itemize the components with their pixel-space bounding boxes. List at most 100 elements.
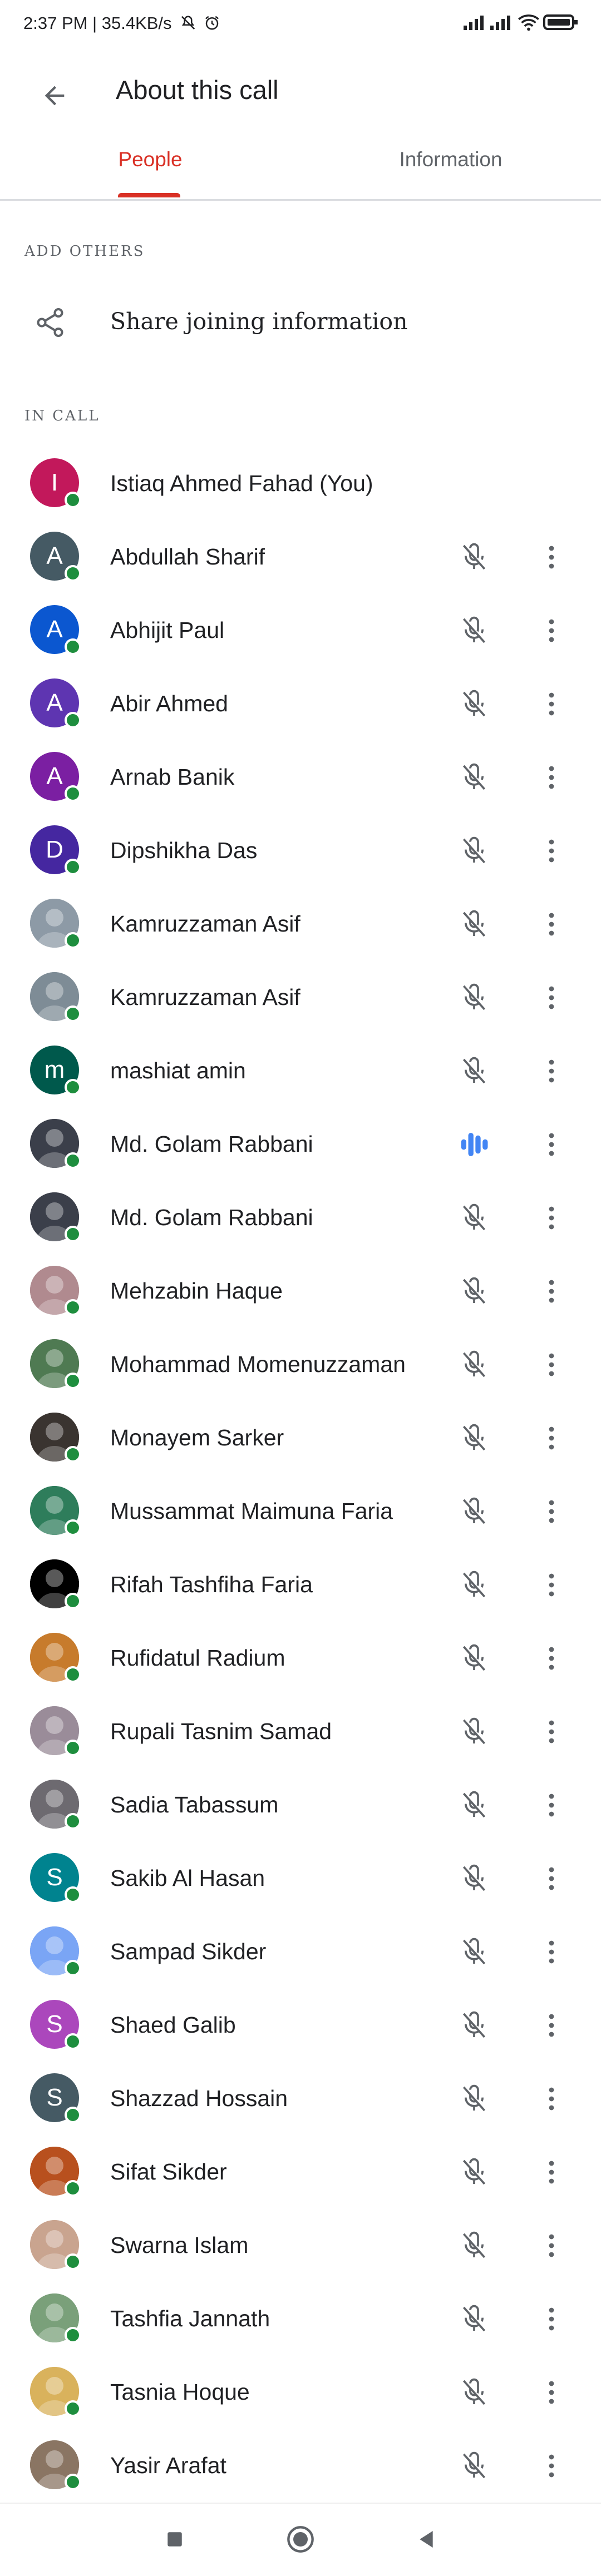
more-vert-icon [549,2454,554,2478]
more-vert-icon [549,2234,554,2257]
more-options-button[interactable] [538,2009,565,2042]
participant-name: Md. Golam Rabbani [110,1205,313,1230]
more-options-button[interactable] [538,2082,565,2116]
online-status-dot [65,2474,81,2490]
online-status-dot [65,2253,81,2270]
participant-name: Sampad Sikder [110,1939,267,1964]
back-button[interactable] [28,69,81,122]
participant-name: Dipshikha Das [110,838,258,863]
participant-row[interactable]: Tashfia Jannath [0,2281,601,2355]
mic-off-icon [462,1497,486,1524]
more-vert-icon [549,1059,554,1083]
online-status-dot [65,492,81,508]
participant-row[interactable]: Sampad Sikder [0,1914,601,1988]
share-joining-info-row[interactable]: Share joining information [0,287,601,358]
more-options-button[interactable] [538,908,565,941]
online-status-dot [65,2180,81,2197]
more-options-button[interactable] [538,614,565,647]
mute-icon [181,16,195,30]
online-status-dot [65,1005,81,1022]
participant-name: Mehzabin Haque [110,1278,283,1304]
mic-off-icon [462,2378,486,2405]
more-options-button[interactable] [538,687,565,721]
more-options-button[interactable] [538,761,565,794]
more-options-button[interactable] [538,1789,565,1822]
battery-icon [543,14,578,30]
online-status-dot [65,712,81,729]
more-options-button[interactable] [538,541,565,574]
page-title: About this call [116,75,279,105]
participant-row[interactable]: S Sakib Al Hasan [0,1841,601,1914]
participant-row[interactable]: Kamruzzaman Asif [0,960,601,1033]
more-options-button[interactable] [538,1201,565,1235]
participant-row[interactable]: Mohammad Momenuzzaman [0,1327,601,1400]
participant-row[interactable]: Md. Golam Rabbani [0,1180,601,1254]
participant-row[interactable]: A Abhijit Paul [0,593,601,666]
more-options-button[interactable] [538,2449,565,2483]
more-vert-icon [549,546,554,569]
participant-row[interactable]: Sifat Sikder [0,2134,601,2208]
tab-people[interactable]: People [0,128,300,199]
signal-icon [463,16,484,30]
in-call-heading: IN CALL [24,408,100,424]
participant-row[interactable]: D Dipshikha Das [0,813,601,886]
participant-row[interactable]: S Shazzad Hossain [0,2061,601,2134]
online-status-dot [65,1593,81,1609]
participant-row[interactable]: Monayem Sarker [0,1400,601,1474]
more-options-button[interactable] [538,1348,565,1381]
more-options-button[interactable] [538,1568,565,1602]
avatar-initial: S [46,1864,63,1891]
participant-name: Swarna Islam [110,2232,249,2258]
participant-row[interactable]: Mehzabin Haque [0,1254,601,1327]
participant-name: Kamruzzaman Asif [110,984,300,1010]
more-options-button[interactable] [538,2229,565,2262]
more-options-button[interactable] [538,1862,565,1895]
participant-name: Rupali Tasnim Samad [110,1718,332,1744]
more-options-button[interactable] [538,1935,565,1969]
status-text: 2:37 PM | 35.4KB/s [23,13,172,33]
participant-name: mashiat amin [110,1058,246,1083]
more-options-button[interactable] [538,1275,565,1308]
more-options-button[interactable] [538,1715,565,1748]
more-options-button[interactable] [538,2376,565,2409]
home-button[interactable] [283,2521,318,2557]
participant-row[interactable]: m mashiat amin [0,1033,601,1107]
participant-row[interactable]: Kamruzzaman Asif [0,886,601,960]
participant-row[interactable]: I Istiaq Ahmed Fahad (You) [0,446,601,519]
participant-name: Sifat Sikder [110,2159,227,2184]
more-vert-icon [549,619,554,642]
participant-row[interactable]: Yasir Arafat [0,2428,601,2501]
participant-row[interactable]: Tasnia Hoque [0,2355,601,2428]
more-options-button[interactable] [538,1421,565,1455]
system-nav-bar [0,2503,601,2576]
participant-row[interactable]: A Arnab Banik [0,740,601,813]
participant-row[interactable]: Mussammat Maimuna Faria [0,1474,601,1547]
recents-button[interactable] [157,2521,193,2557]
more-vert-icon [549,2381,554,2404]
participant-row[interactable]: Sadia Tabassum [0,1767,601,1841]
online-status-dot [65,2107,81,2123]
mic-off-icon [462,2305,486,2332]
mic-off-icon [462,1644,486,1671]
more-options-button[interactable] [538,834,565,868]
more-options-button[interactable] [538,1128,565,1161]
participant-row[interactable]: S Shaed Galib [0,1988,601,2061]
more-options-button[interactable] [538,1054,565,1088]
participant-row[interactable]: Rufidatul Radium [0,1621,601,1694]
mic-off-icon [462,1057,486,1084]
mic-off-icon [462,910,486,937]
more-options-button[interactable] [538,1642,565,1675]
back-nav-button[interactable] [408,2521,444,2557]
more-options-button[interactable] [538,981,565,1014]
more-options-button[interactable] [538,2156,565,2189]
participant-row[interactable]: Rifah Tashfiha Faria [0,1547,601,1621]
participant-row[interactable]: Swarna Islam [0,2208,601,2281]
participant-row[interactable]: A Abir Ahmed [0,666,601,740]
participant-row[interactable]: Rupali Tasnim Samad [0,1694,601,1767]
participant-row[interactable]: Md. Golam Rabbani [0,1107,601,1180]
participant-row[interactable]: A Abdullah Sharif [0,519,601,593]
tab-information[interactable]: Information [300,128,601,199]
more-vert-icon [549,1353,554,1376]
more-options-button[interactable] [538,1495,565,1528]
more-options-button[interactable] [538,2302,565,2336]
